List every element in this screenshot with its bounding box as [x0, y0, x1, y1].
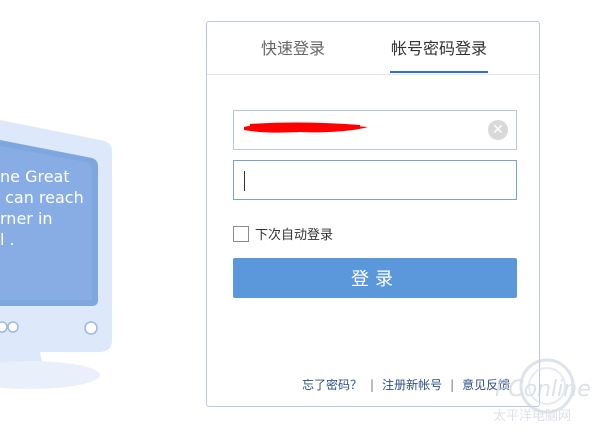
username-field[interactable]: ✕: [233, 110, 517, 150]
username-input[interactable]: [234, 111, 516, 149]
password-input[interactable]: [234, 161, 516, 199]
tab-account-password-login[interactable]: 帐号密码登录: [391, 39, 487, 59]
link-separator: |: [370, 377, 375, 392]
register-link[interactable]: 注册新帐号: [382, 376, 442, 393]
active-tab-underline: [390, 71, 488, 73]
monitor-text: ne Great can reach rner in l .: [0, 167, 84, 249]
auto-login-checkbox[interactable]: [233, 225, 249, 242]
auto-login-option[interactable]: 下次自动登录: [233, 224, 333, 243]
password-field[interactable]: [233, 160, 517, 200]
login-tabs: 快速登录 帐号密码登录: [207, 22, 539, 75]
svg-text:太平洋电脑网: 太平洋电脑网: [493, 409, 571, 424]
auto-login-label: 下次自动登录: [255, 228, 334, 243]
tab-quick-login[interactable]: 快速登录: [261, 39, 325, 59]
forgot-password-link[interactable]: 忘了密码？: [302, 376, 362, 393]
clear-icon[interactable]: ✕: [488, 120, 508, 140]
login-button[interactable]: 登录: [233, 258, 517, 298]
illustration: ne Great can reach rner in l .: [0, 0, 200, 439]
pconline-watermark-icon: PConline 太平洋电脑网: [493, 358, 591, 424]
login-card: 快速登录 帐号密码登录 ✕ 下次自动登录 登录 忘了密码？ | 注册新帐号 | …: [206, 21, 540, 407]
svg-text:PConline: PConline: [495, 377, 591, 402]
bottom-links: 忘了密码？ | 注册新帐号 | 意见反馈: [302, 376, 510, 393]
link-separator: |: [450, 377, 455, 392]
watermark-logo: PConline 太平洋电脑网: [487, 352, 599, 438]
